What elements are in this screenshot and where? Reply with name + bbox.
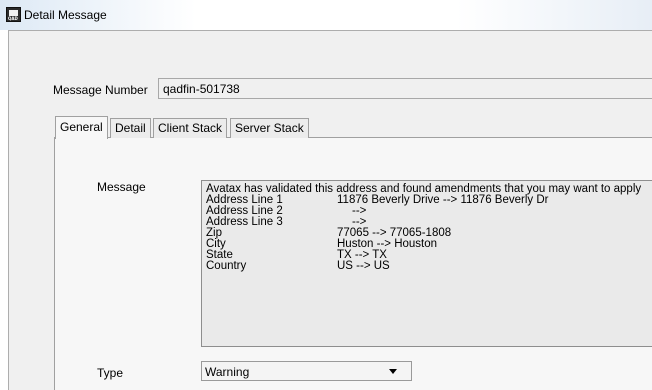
field-country: Country [206, 260, 247, 272]
type-label: Type [97, 366, 124, 380]
tab-general[interactable]: General [55, 116, 108, 139]
title-bar: QAD Detail Message [0, 0, 652, 30]
chevron-down-icon[interactable] [389, 369, 397, 374]
type-dropdown[interactable]: Warning [201, 361, 412, 381]
type-selected-value: Warning [205, 365, 250, 379]
message-label: Message [97, 180, 146, 194]
tab-client-stack[interactable]: Client Stack [153, 118, 228, 138]
message-number-field[interactable]: qadfin-501738 [158, 78, 652, 99]
window-title: Detail Message [24, 8, 107, 22]
change-address-line-1: 11876 Beverly Drive --> 11876 Beverly Dr [337, 194, 549, 206]
tab-detail[interactable]: Detail [110, 118, 151, 138]
tab-server-stack[interactable]: Server Stack [230, 118, 309, 138]
app-icon: QAD [6, 7, 21, 22]
message-textbox[interactable]: Avatax has validated this address and fo… [201, 180, 652, 347]
change-country: US --> US [337, 260, 390, 272]
message-number-label: Message Number [53, 83, 148, 97]
